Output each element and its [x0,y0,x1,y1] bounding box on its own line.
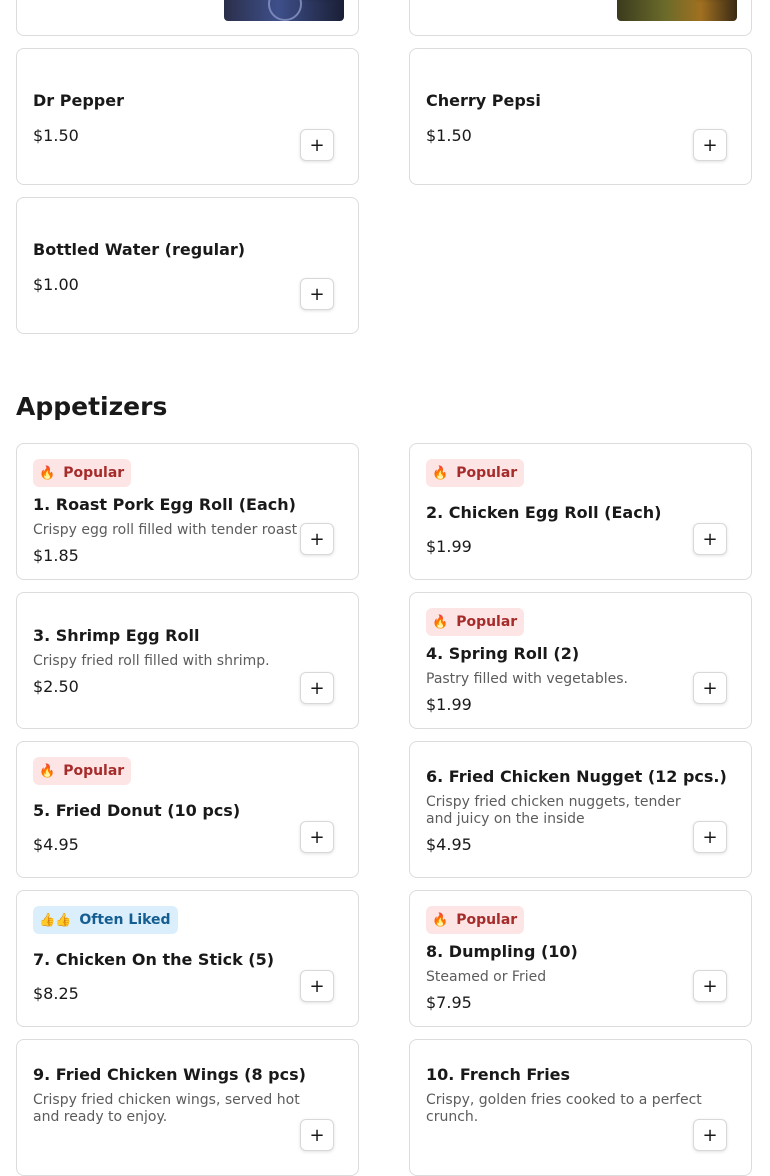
item-name: 3. Shrimp Egg Roll [33,626,200,645]
item-description: Crispy fried roll filled with shrimp. [33,653,270,669]
item-name: 4. Spring Roll (2) [426,644,580,663]
item-price: $2.50 [33,677,79,696]
add-to-cart-button[interactable]: + [693,970,727,1002]
add-to-cart-button[interactable]: + [693,523,727,555]
badge-label: Popular [456,912,518,928]
item-description: Steamed or Fried [426,969,547,985]
item-description: Crispy, golden fries cooked to a perfect… [426,1092,702,1125]
often-liked-badge: 👍👍 Often Liked [33,906,178,934]
item-description: Crispy fried chicken nuggets, tender and… [426,794,681,827]
item-price: $1.50 [426,126,472,145]
item-name: 7. Chicken On the Stick (5) [33,950,275,969]
item-price: $4.95 [33,835,79,854]
item-name: 8. Dumpling (10) [426,942,578,961]
popular-badge: 🔥 Popular [426,906,525,934]
item-price: $1.99 [426,695,472,714]
item-photo [224,0,344,21]
menu-item-card[interactable]: 🔥 Popular 8. Dumpling (10) Steamed or Fr… [409,890,752,1027]
item-price: $1.00 [33,275,79,294]
flame-icon: 🔥 [432,912,449,928]
add-to-cart-button[interactable]: + [300,278,334,310]
menu-item-card[interactable]: 🔥 Popular 4. Spring Roll (2) Pastry fill… [409,592,752,729]
menu-item-card[interactable]: 🔥 Popular 5. Fried Donut (10 pcs) $4.95 … [16,741,359,878]
item-description: Pastry filled with vegetables. [426,671,628,687]
item-price: $1.85 [33,546,79,565]
item-price: $1.50 [33,126,79,145]
add-to-cart-button[interactable]: + [300,523,334,555]
popular-badge: 🔥 Popular [33,757,132,785]
add-to-cart-button[interactable]: + [300,1119,334,1151]
item-name: Cherry Pepsi [426,91,541,110]
menu-item-card[interactable]: 9. Fried Chicken Wings (8 pcs) Crispy fr… [16,1039,359,1176]
menu-item-card-partial-right[interactable] [409,0,752,36]
menu-item-card[interactable]: 6. Fried Chicken Nugget (12 pcs.) Crispy… [409,741,752,878]
item-description: Crispy egg roll filled with tender roast [33,522,298,538]
menu-item-card[interactable]: 🔥 Popular 2. Chicken Egg Roll (Each) $1.… [409,443,752,580]
flame-icon: 🔥 [39,763,56,779]
popular-badge: 🔥 Popular [426,459,525,487]
item-description: Crispy fried chicken wings, served hot a… [33,1092,300,1125]
badge-label: Often Liked [79,912,171,928]
add-to-cart-button[interactable]: + [300,970,334,1002]
add-to-cart-button[interactable]: + [300,129,334,161]
item-price: $7.95 [426,993,472,1012]
add-to-cart-button[interactable]: + [300,821,334,853]
add-to-cart-button[interactable]: + [693,1119,727,1151]
menu-item-card[interactable]: 👍👍 Often Liked 7. Chicken On the Stick (… [16,890,359,1027]
section-title-appetizers: Appetizers [16,392,168,421]
item-name: 10. French Fries [426,1065,571,1084]
item-price: $1.99 [426,537,472,556]
menu-item-card[interactable]: 3. Shrimp Egg Roll Crispy fried roll fil… [16,592,359,729]
popular-badge: 🔥 Popular [33,459,132,487]
add-to-cart-button[interactable]: + [693,821,727,853]
item-name: Bottled Water (regular) [33,240,246,259]
item-price: $8.25 [33,984,79,1003]
item-name: 1. Roast Pork Egg Roll (Each) [33,495,296,514]
item-photo [617,0,737,21]
menu-item-card[interactable]: 🔥 Popular 1. Roast Pork Egg Roll (Each) … [16,443,359,580]
thumbs-up-icon: 👍👍 [39,912,72,928]
menu-item-card[interactable]: Cherry Pepsi $1.50 + [409,48,752,185]
item-price: $4.95 [426,835,472,854]
menu-item-card[interactable]: 10. French Fries Crispy, golden fries co… [409,1039,752,1176]
menu-item-card[interactable]: Dr Pepper $1.50 + [16,48,359,185]
menu-item-card-partial-left[interactable] [16,0,359,36]
add-to-cart-button[interactable]: + [693,129,727,161]
badge-label: Popular [456,465,518,481]
add-to-cart-button[interactable]: + [300,672,334,704]
badge-label: Popular [456,614,518,630]
badge-label: Popular [63,465,125,481]
flame-icon: 🔥 [432,465,449,481]
menu-item-card[interactable]: Bottled Water (regular) $1.00 + [16,197,359,334]
popular-badge: 🔥 Popular [426,608,525,636]
flame-icon: 🔥 [432,614,449,630]
item-name: 9. Fried Chicken Wings (8 pcs) [33,1065,306,1084]
item-name: 6. Fried Chicken Nugget (12 pcs.) [426,767,727,786]
flame-icon: 🔥 [39,465,56,481]
badge-label: Popular [63,763,125,779]
item-name: 2. Chicken Egg Roll (Each) [426,503,662,522]
item-name: 5. Fried Donut (10 pcs) [33,801,241,820]
add-to-cart-button[interactable]: + [693,672,727,704]
item-name: Dr Pepper [33,91,124,110]
